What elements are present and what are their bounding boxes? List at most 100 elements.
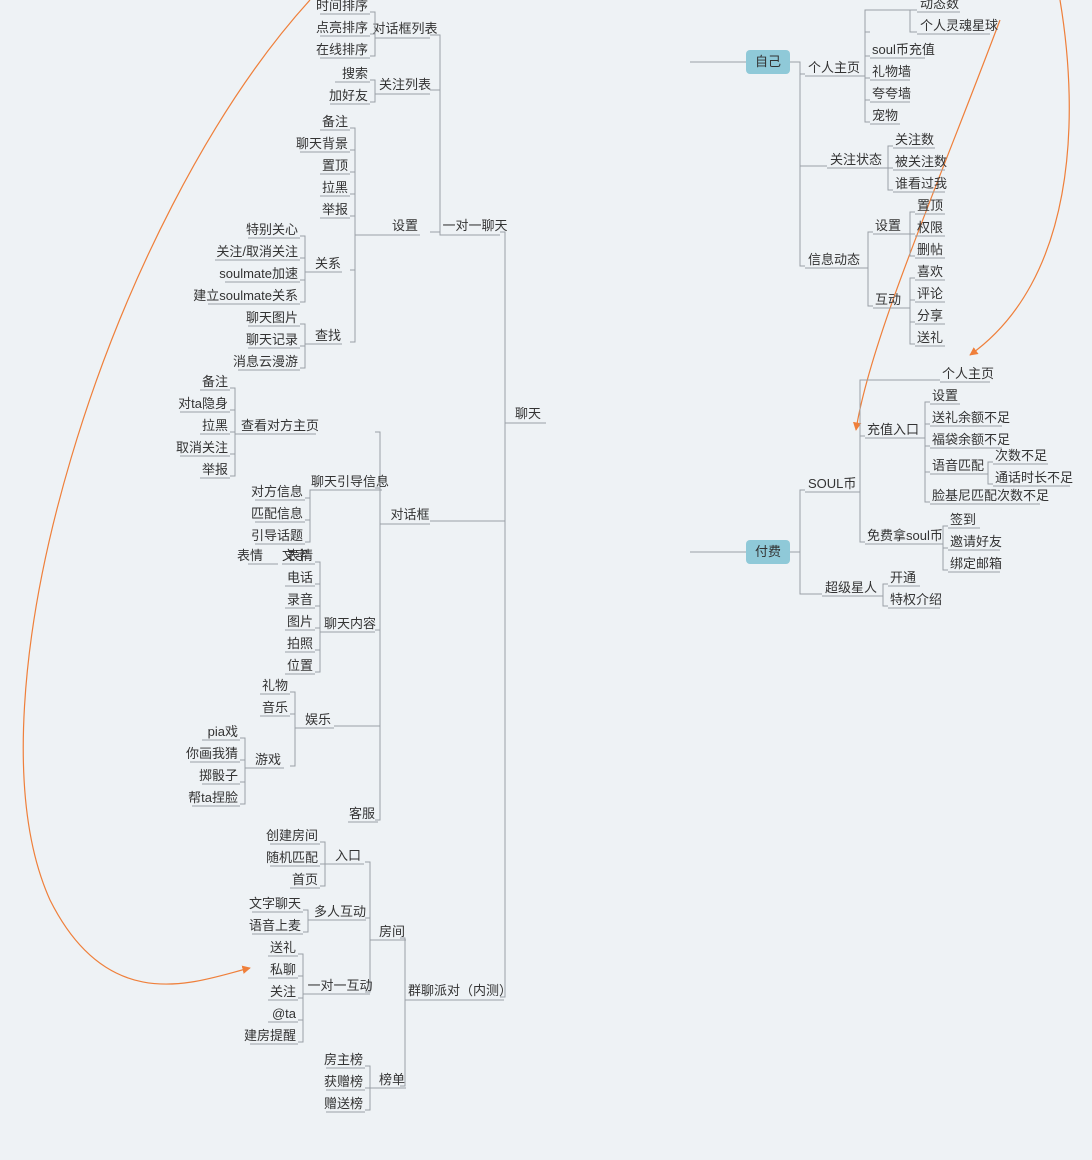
svg-text:送礼: 送礼 [270, 940, 296, 955]
svg-text:聊天记录: 聊天记录 [246, 332, 298, 347]
svg-text:互动: 互动 [875, 292, 901, 307]
svg-text:谁看过我: 谁看过我 [895, 176, 947, 191]
svg-text:聊天内容: 聊天内容 [324, 616, 376, 631]
svg-text:喜欢: 喜欢 [917, 264, 943, 279]
svg-text:关注状态: 关注状态 [830, 152, 882, 167]
svg-text:宠物: 宠物 [872, 108, 898, 123]
svg-text:聊天图片: 聊天图片 [246, 310, 298, 325]
svg-text:获赠榜: 获赠榜 [324, 1074, 363, 1089]
svg-text:拉黑: 拉黑 [202, 418, 228, 433]
svg-text:置顶: 置顶 [322, 158, 348, 173]
svg-text:关注/取消关注: 关注/取消关注 [216, 244, 298, 259]
svg-text:举报: 举报 [322, 202, 348, 217]
svg-text:次数不足: 次数不足 [995, 448, 1047, 463]
svg-text:@ta: @ta [272, 1006, 297, 1021]
svg-text:首页: 首页 [292, 872, 318, 887]
svg-text:礼物: 礼物 [262, 678, 288, 693]
svg-text:送礼: 送礼 [917, 330, 943, 345]
svg-text:你画我猜: 你画我猜 [186, 746, 238, 761]
chat-root: 聊天 [500, 232, 546, 997]
svg-text:置顶: 置顶 [917, 198, 943, 213]
svg-text:关注数: 关注数 [895, 132, 934, 147]
svg-text:通话时长不足: 通话时长不足 [995, 470, 1073, 485]
svg-text:加好友: 加好友 [329, 88, 368, 103]
svg-text:建房提醒: 建房提醒 [244, 1028, 296, 1043]
svg-text:搜索: 搜索 [342, 66, 368, 81]
svg-text:特权介绍: 特权介绍 [890, 592, 942, 607]
svg-text:付费: 付费 [755, 544, 781, 559]
svg-text:邀请好友: 邀请好友 [950, 534, 1002, 549]
svg-text:引导话题: 引导话题 [251, 528, 303, 543]
svg-text:文字聊天: 文字聊天 [249, 896, 301, 911]
svg-text:福袋余额不足: 福袋余额不足 [932, 432, 1010, 447]
svg-text:文字: 文字 [282, 548, 308, 563]
svg-text:举报: 举报 [202, 462, 228, 477]
svg-text:客服: 客服 [349, 806, 375, 821]
svg-text:房主榜: 房主榜 [324, 1052, 363, 1067]
svg-text:开通: 开通 [890, 570, 916, 585]
svg-text:拍照: 拍照 [287, 636, 313, 651]
svg-text:房间: 房间 [379, 924, 405, 939]
svg-text:绑定邮箱: 绑定邮箱 [950, 556, 1002, 571]
svg-text:充值入口: 充值入口 [867, 422, 919, 437]
svg-text:电话: 电话 [287, 570, 313, 585]
svg-text:榜单: 榜单 [379, 1072, 405, 1087]
group-chat: 群聊派对（内测） 房间 入口 创建房间 随机匹配 首页 多人互动 文字聊天 语音… [244, 828, 512, 1112]
svg-text:免费拿soul币: 免费拿soul币 [867, 528, 943, 543]
svg-text:分享: 分享 [917, 308, 943, 323]
svg-text:聊天背景: 聊天背景 [296, 136, 348, 151]
svg-text:匹配信息: 匹配信息 [251, 506, 303, 521]
svg-text:掷骰子: 掷骰子 [199, 768, 238, 783]
svg-text:图片: 图片 [287, 614, 313, 629]
svg-text:动态数: 动态数 [920, 0, 959, 11]
svg-text:创建房间: 创建房间 [266, 828, 318, 843]
node-chat: 聊天 [515, 406, 541, 421]
svg-text:关注: 关注 [270, 984, 296, 999]
svg-text:超级星人: 超级星人 [825, 580, 877, 595]
svg-text:对方信息: 对方信息 [251, 484, 303, 499]
svg-text:关注列表: 关注列表 [379, 77, 431, 92]
svg-text:在线排序: 在线排序 [316, 42, 368, 57]
svg-text:帮ta捏脸: 帮ta捏脸 [188, 790, 238, 805]
svg-text:录音: 录音 [287, 592, 313, 607]
svg-text:语音匹配: 语音匹配 [932, 458, 984, 473]
svg-text:对话框: 对话框 [390, 507, 429, 522]
svg-text:群聊派对（内测）: 群聊派对（内测） [408, 983, 512, 998]
svg-text:特别关心: 特别关心 [246, 222, 298, 237]
svg-text:权限: 权限 [917, 220, 943, 235]
svg-text:消息云漫游: 消息云漫游 [233, 354, 298, 369]
svg-text:关系: 关系 [315, 256, 341, 271]
mindmap-canvas: 聊天 一对一聊天 对话框列表 时间排序 点亮排序 在线排序 关注列表 搜索 加好… [0, 0, 1092, 1160]
svg-text:赠送榜: 赠送榜 [324, 1096, 363, 1111]
svg-text:入口: 入口 [335, 848, 361, 863]
svg-text:礼物墙: 礼物墙 [872, 64, 911, 79]
svg-text:拉黑: 拉黑 [322, 180, 348, 195]
svg-text:游戏: 游戏 [255, 752, 281, 767]
svg-text:备注: 备注 [202, 374, 228, 389]
svg-text:娱乐: 娱乐 [305, 712, 331, 727]
svg-text:SOUL币: SOUL币 [808, 476, 856, 491]
svg-text:送礼余额不足: 送礼余额不足 [932, 410, 1010, 425]
svg-text:音乐: 音乐 [262, 700, 288, 715]
svg-text:soul币充值: soul币充值 [872, 42, 935, 57]
svg-text:被关注数: 被关注数 [895, 154, 947, 169]
pay-block: 付费 SOUL币 个人主页 充值入口 设置 送礼余额不足 福袋余额不足 语音匹配… [690, 366, 1073, 608]
svg-text:聊天引导信息: 聊天引导信息 [311, 474, 389, 489]
svg-text:设置: 设置 [875, 218, 901, 233]
svg-text:查看对方主页: 查看对方主页 [241, 418, 319, 433]
svg-text:个人主页: 个人主页 [942, 366, 994, 381]
svg-text:私聊: 私聊 [270, 962, 296, 977]
svg-text:点亮排序: 点亮排序 [316, 20, 368, 35]
svg-text:评论: 评论 [917, 286, 943, 301]
svg-text:删帖: 删帖 [917, 242, 943, 257]
svg-text:个人主页: 个人主页 [808, 60, 860, 75]
svg-text:随机匹配: 随机匹配 [266, 850, 318, 865]
svg-text:一对一聊天: 一对一聊天 [442, 218, 507, 233]
self-block: 自己 个人主页 动态数 个人灵魂星球 soul币充值 礼物墙 夸夸墙 宠物 关注… [690, 0, 998, 346]
svg-text:位置: 位置 [287, 658, 313, 673]
svg-text:夸夸墙: 夸夸墙 [872, 86, 911, 101]
svg-text:语音上麦: 语音上麦 [249, 918, 301, 933]
svg-text:个人灵魂星球: 个人灵魂星球 [920, 18, 998, 33]
svg-text:设置: 设置 [392, 218, 418, 233]
svg-text:取消关注: 取消关注 [176, 440, 228, 455]
